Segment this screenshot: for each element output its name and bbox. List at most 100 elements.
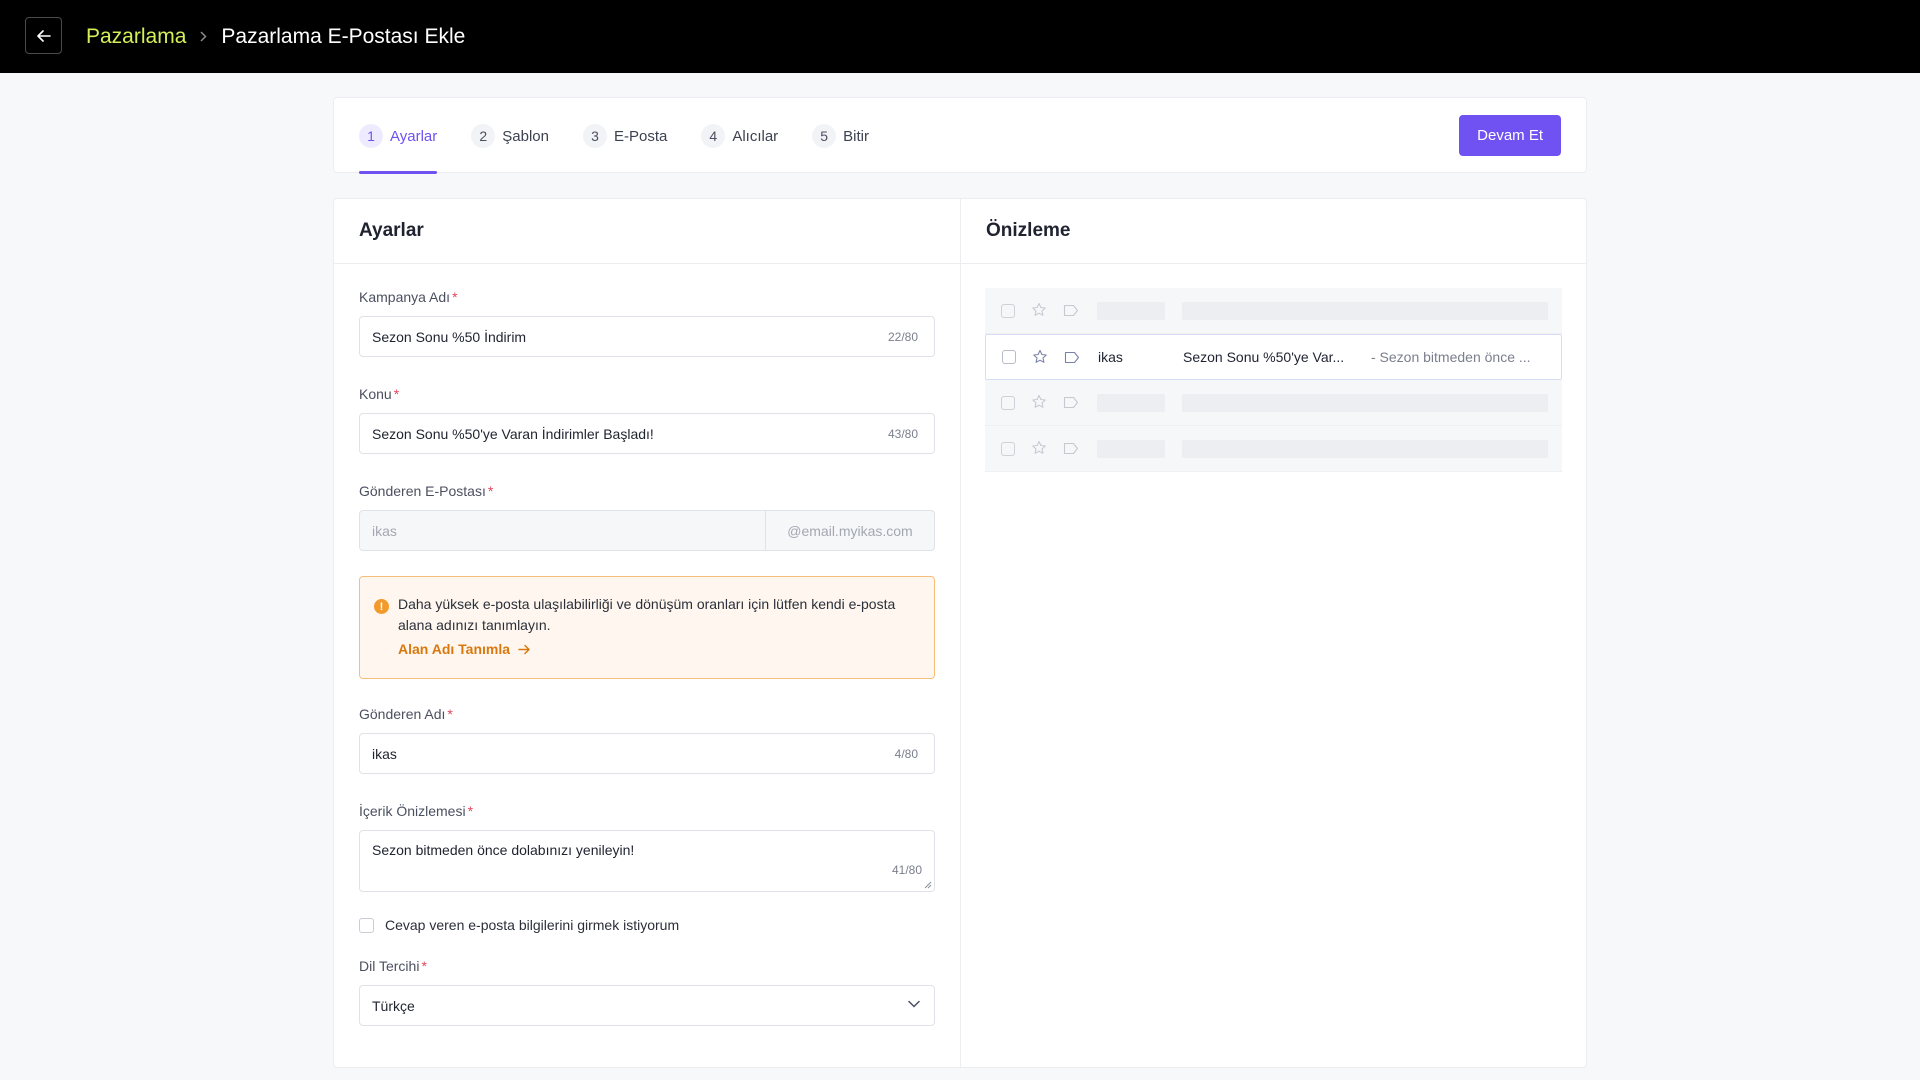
content-preview-label: İçerik Önizlemesi	[359, 803, 466, 819]
subject-value: Sezon Sonu %50'ye Varan İndirimler Başla…	[372, 425, 654, 442]
character-counter: 4/80	[894, 746, 918, 761]
sender-email-input: ikas @email.myikas.com	[359, 510, 935, 551]
main-card: Ayarlar Kampanya Adı * Sezon Sonu %50 İnd…	[333, 198, 1587, 1068]
subject-input[interactable]: Sezon Sonu %50'ye Varan İndirimler Başla…	[359, 413, 935, 454]
campaign-name-field: Kampanya Adı * Sezon Sonu %50 İndirim 22/…	[359, 289, 935, 357]
define-domain-link[interactable]: Alan Adı Tanımla	[398, 641, 531, 657]
breadcrumb: Pazarlama Pazarlama E-Postası Ekle	[86, 0, 465, 73]
step-e-posta[interactable]: 3 E-Posta	[582, 98, 668, 174]
language-label: Dil Tercihi	[359, 958, 420, 974]
inbox-placeholder-row	[985, 288, 1562, 334]
character-counter: 41/80	[891, 863, 922, 877]
row-checkbox	[1001, 303, 1015, 318]
step-label: E-Posta	[613, 127, 668, 145]
back-button[interactable]	[25, 17, 62, 54]
warning-icon: !	[374, 599, 389, 614]
sender-email-field: Gönderen E-Postası * ikas @email.myikas.c…	[359, 483, 935, 551]
settings-panel: Ayarlar Kampanya Adı * Sezon Sonu %50 İnd…	[334, 199, 961, 1067]
campaign-name-label: Kampanya Adı	[359, 289, 451, 305]
chevron-down-icon	[908, 1000, 920, 1008]
character-counter: 43/80	[887, 426, 918, 441]
step-number: 4	[701, 124, 726, 148]
star-icon	[1032, 440, 1046, 454]
skeleton-bar	[1097, 301, 1165, 320]
arrow-right-icon	[518, 644, 530, 654]
content-preview-value: Sezon bitmeden önce dolabınızı yenileyin…	[372, 842, 635, 858]
step-label: Ayarlar	[390, 127, 438, 145]
step-ayarlar[interactable]: 1 Ayarlar	[359, 98, 438, 174]
row-checkbox	[1001, 441, 1015, 456]
sender-name-field: Gönderen Adı * ikas 4/80	[359, 706, 935, 774]
sender-name-value: ikas	[372, 745, 397, 762]
continue-button[interactable]: Devam Et	[1459, 115, 1561, 156]
label-icon	[1063, 442, 1079, 455]
resize-handle-icon[interactable]	[924, 881, 932, 889]
step-number: 3	[582, 124, 607, 148]
required-mark: *	[393, 386, 400, 402]
label-icon	[1063, 304, 1079, 317]
sender-email-local-part: ikas	[360, 511, 766, 550]
chevron-right-icon	[200, 31, 207, 42]
steps: 1 Ayarlar 2 Şablon 3 E-Posta 4 Alıcılar …	[359, 98, 903, 174]
inbox-email-row: ikas Sezon Sonu %50'ye Var... - Sezon bi…	[985, 334, 1562, 380]
step-alicilar[interactable]: 4 Alıcılar	[701, 98, 778, 174]
preview-snippet: - Sezon bitmeden önce ...	[1371, 349, 1531, 365]
language-select[interactable]: Türkçe	[359, 985, 935, 1026]
reply-info-checkbox[interactable]	[359, 917, 374, 933]
required-mark: *	[421, 958, 427, 974]
label-icon	[1064, 351, 1080, 364]
settings-title: Ayarlar	[334, 199, 960, 264]
arrow-left-icon	[36, 29, 51, 42]
star-icon	[1032, 394, 1046, 408]
required-mark: *	[447, 706, 453, 722]
warning-text: Daha yüksek e-posta ulaşılabilirliği ve …	[398, 596, 896, 633]
top-bar: Pazarlama Pazarlama E-Postası Ekle	[0, 0, 1920, 73]
stepper-card: 1 Ayarlar 2 Şablon 3 E-Posta 4 Alıcılar …	[333, 97, 1587, 174]
star-icon	[1033, 349, 1047, 363]
skeleton-bar	[1182, 393, 1548, 412]
star-icon	[1032, 302, 1046, 316]
content-preview-textarea[interactable]: Sezon bitmeden önce dolabınızı yenileyin…	[359, 830, 935, 892]
campaign-name-input[interactable]: Sezon Sonu %50 İndirim 22/80	[359, 316, 935, 357]
step-number: 5	[812, 124, 837, 148]
required-mark: *	[487, 483, 494, 499]
settings-form: Kampanya Adı * Sezon Sonu %50 İndirim 22/…	[359, 289, 935, 1026]
step-sablon[interactable]: 2 Şablon	[471, 98, 549, 174]
reply-info-checkbox-row[interactable]: Cevap veren e-posta bilgilerini girmek i…	[359, 917, 935, 933]
sender-email-domain: @email.myikas.com	[787, 522, 913, 539]
content-preview-field: İçerik Önizlemesi * Sezon bitmeden önce d…	[359, 803, 935, 892]
campaign-name-value: Sezon Sonu %50 İndirim	[372, 328, 527, 345]
page-title: Pazarlama E-Postası Ekle	[221, 24, 466, 48]
inbox-preview: ikas Sezon Sonu %50'ye Var... - Sezon bi…	[985, 288, 1562, 472]
language-value: Türkçe	[372, 997, 415, 1014]
sender-email-label: Gönderen E-Postası	[359, 483, 486, 499]
label-icon	[1063, 396, 1079, 409]
breadcrumb-parent-link[interactable]: Pazarlama	[86, 25, 186, 49]
required-mark: *	[452, 289, 458, 305]
skeleton-bar	[1097, 393, 1165, 412]
skeleton-bar	[1182, 301, 1548, 320]
preview-title: Önizleme	[961, 199, 1586, 264]
step-label: Şablon	[502, 127, 549, 145]
skeleton-bar	[1097, 439, 1165, 458]
preview-sender: ikas	[1098, 349, 1123, 365]
domain-warning-alert: ! Daha yüksek e-posta ulaşılabilirliği v…	[359, 576, 935, 679]
required-mark: *	[467, 803, 474, 819]
preview-subject: Sezon Sonu %50'ye Var...	[1183, 349, 1345, 365]
inbox-placeholder-row	[985, 380, 1562, 426]
skeleton-bar	[1182, 439, 1548, 458]
language-field: Dil Tercihi * Türkçe	[359, 958, 935, 1026]
step-label: Bitir	[843, 127, 870, 145]
row-checkbox	[1001, 395, 1015, 410]
sender-name-label: Gönderen Adı	[359, 706, 446, 722]
preview-panel: Önizleme ikas Sezon Sonu %50'ye Var... -…	[961, 199, 1586, 1067]
step-number: 1	[359, 124, 383, 148]
step-label: Alıcılar	[732, 127, 779, 145]
step-bitir[interactable]: 5 Bitir	[812, 98, 869, 174]
step-number: 2	[471, 124, 496, 148]
sender-name-input[interactable]: ikas 4/80	[359, 733, 935, 774]
define-domain-link-label: Alan Adı Tanımla	[398, 641, 511, 657]
row-checkbox	[1002, 350, 1016, 364]
inbox-placeholder-row	[985, 426, 1562, 472]
subject-field: Konu * Sezon Sonu %50'ye Varan İndirimler…	[359, 386, 935, 454]
